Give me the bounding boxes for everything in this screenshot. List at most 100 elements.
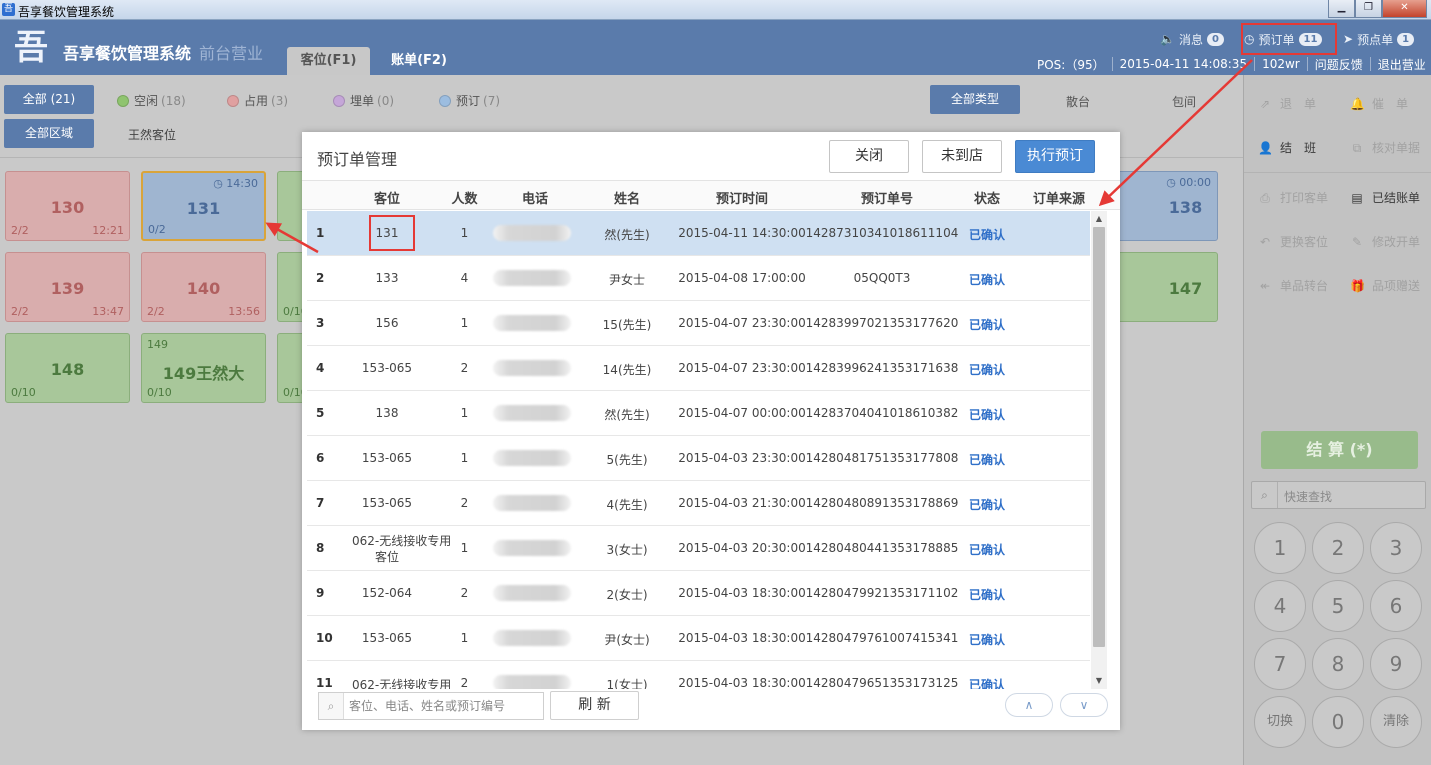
feedback-link[interactable]: 问题反馈 [1315,56,1363,73]
keypad-7[interactable]: 7 [1254,638,1306,690]
col-status: 状态 [973,192,1000,207]
logout-link[interactable]: 退出营业 [1378,56,1426,73]
table-row[interactable]: 11 062-无线接收专用 2 1(女士) 2015-04-03 18:30:00 142… [307,661,1090,689]
col-time: 预订时间 [715,192,768,207]
keypad-2[interactable]: 2 [1312,522,1364,574]
filter-all-button[interactable]: 全部 (21) [4,85,94,114]
keypad-3[interactable]: 3 [1370,522,1422,574]
keypad-6[interactable]: 6 [1370,580,1422,632]
reservation-search-input[interactable] [349,697,539,715]
cell-time: 2015-04-03 18:30:00 [678,676,806,689]
keypad-8[interactable]: 8 [1312,638,1364,690]
cell-no: 14287310341018611104 [805,226,959,240]
table-row[interactable]: 2 133 4 尹女士 2015-04-08 17:00:00 05QQ0T3 已确认 [307,256,1090,301]
filter-status-free[interactable]: 空闲 (18) [117,93,186,109]
preorders-link[interactable]: ➤ 预点单 1 [1343,30,1415,48]
tab-bills[interactable]: 账单(F2) [380,47,458,75]
phone-redacted [493,540,571,556]
gift-item-button[interactable]: 🎁 品项赠送 [1350,277,1420,294]
execute-reservation-button[interactable]: 执行预订 [1015,140,1095,173]
filter-all-area-button[interactable]: 全部区域 [4,119,94,148]
seat-card-139[interactable]: 139 2/2 13:47 [5,252,130,322]
scroll-down-arrow-icon[interactable]: ▼ [1091,673,1107,689]
cell-time: 2015-04-07 00:00:00 [678,406,806,420]
reply-icon: ↶ [1259,234,1271,249]
quick-search-input[interactable]: ⌕ 快速查找 [1251,481,1426,509]
table-scrollbar[interactable]: ▲ ▼ [1091,211,1107,689]
cell-status: 已确认 [968,228,1005,242]
app-name: 吾享餐饮管理系统 [63,44,192,63]
cell-people: 1 [460,631,469,645]
return-order-button[interactable]: ⇗ 退 单 [1258,95,1316,112]
table-row[interactable]: 8 062-无线接收专用 客位 1 3(女士) 2015-04-03 20:30:00 14… [307,526,1090,571]
keypad-9[interactable]: 9 [1370,638,1422,690]
phone-redacted [493,225,571,241]
keypad-1[interactable]: 1 [1254,522,1306,574]
page-up-button[interactable]: ∧ [1005,693,1053,717]
filter-type-hall[interactable]: 散台 [1066,93,1090,110]
restore-button[interactable]: ❐ [1355,0,1382,18]
row-index: 7 [316,496,325,510]
cell-status: 已确认 [968,363,1005,377]
area-filter-wangran[interactable]: 王然客位 [128,126,176,143]
cell-time: 2015-04-07 23:30:00 [678,361,806,375]
keypad-0[interactable]: 0 [1312,696,1364,748]
row-index: 5 [316,406,325,420]
shift-button[interactable]: 👤 结 班 [1258,139,1316,156]
table-row[interactable]: 1 131 1 然(先生) 2015-04-11 14:30:00 14287310341… [307,211,1090,256]
table-row[interactable]: 10 153-065 1 尹(女士) 2015-04-03 18:30:00 142804… [307,616,1090,661]
reservation-dialog: 预订单管理 关闭 未到店 执行预订 客位 人数 电话 姓名 预订时间 预订单号 … [302,132,1120,730]
table-row[interactable]: 4 153-065 2 14(先生) 2015-04-07 23:30:00 142839… [307,346,1090,391]
speaker-icon: 🔈 [1160,32,1175,46]
verify-docs-button[interactable]: ⧉ 核对单据 [1350,139,1420,156]
seat-card-149[interactable]: 149 149王然大 0/10 [141,333,266,403]
close-button[interactable]: 关闭 [829,140,909,173]
transfer-item-button[interactable]: ↞ 单品转台 [1258,277,1328,294]
seat-card-131[interactable]: ◷ 14:30 131 0/2 [141,171,266,241]
scroll-up-arrow-icon[interactable]: ▲ [1091,211,1107,227]
settled-bills-button[interactable]: ▤ 已结账单 [1350,189,1420,206]
seat-card-148[interactable]: 148 0/10 [5,333,130,403]
filter-type-room[interactable]: 包间 [1172,93,1196,110]
table-row[interactable]: 3 156 1 15(先生) 2015-04-07 23:30:00 1428399702… [307,301,1090,346]
table-row[interactable]: 7 153-065 2 4(先生) 2015-04-03 21:30:00 1428048… [307,481,1090,526]
reservation-search[interactable]: ⌕ [318,692,544,720]
cell-people: 1 [460,541,469,555]
cell-seat: 062-无线接收专用 客位 [352,534,452,564]
seat-card-140[interactable]: 140 2/2 13:56 [141,252,266,322]
cell-status: 已确认 [968,453,1005,467]
col-people: 人数 [451,192,478,207]
keypad-clear[interactable]: 清除 [1370,696,1422,748]
cell-people: 2 [460,586,469,600]
cell-seat: 156 [375,316,399,330]
modify-order-button[interactable]: ✎ 修改开单 [1350,233,1420,250]
table-row[interactable]: 9 152-064 2 2(女士) 2015-04-03 18:30:00 1428047… [307,571,1090,616]
table-row[interactable]: 6 153-065 1 5(先生) 2015-04-03 23:30:00 1428048… [307,436,1090,481]
keypad-4[interactable]: 4 [1254,580,1306,632]
filter-status-billing[interactable]: 埋单 (0) [333,93,394,109]
change-seat-button[interactable]: ↶ 更换客位 [1258,233,1328,250]
seat-card-130[interactable]: 130 2/2 12:21 [5,171,130,241]
remind-order-button[interactable]: 🔔 催 单 [1350,95,1408,112]
minimize-button[interactable]: ▁ [1328,0,1355,18]
table-row[interactable]: 5 138 1 然(先生) 2015-04-07 00:00:00 14283704041… [307,391,1090,436]
cell-name: 15(先生) [602,318,652,332]
keypad-switch[interactable]: 切换 [1254,696,1306,748]
close-window-button[interactable]: ✕ [1382,0,1427,18]
print-bill-button[interactable]: ⎙ 打印客单 [1258,189,1328,206]
filter-status-occupied[interactable]: 占用 (3) [227,93,288,109]
window-titlebar: 吾 吾享餐饮管理系统 ▁ ❐ ✕ [0,0,1431,20]
checkout-button[interactable]: 结 算 (*) [1261,431,1418,469]
filter-status-reserved[interactable]: 预订 (7) [439,93,500,109]
messages-link[interactable]: 🔈 消息 0 [1160,30,1224,48]
cell-status: 已确认 [968,678,1005,689]
phone-redacted [493,675,571,689]
page-down-button[interactable]: ∨ [1060,693,1108,717]
refresh-button[interactable]: 刷 新 [550,691,639,720]
filter-all-types-button[interactable]: 全部类型 [930,85,1020,114]
cell-no: 14283996241353171638 [805,361,959,375]
no-show-button[interactable]: 未到店 [922,140,1002,173]
tab-seats[interactable]: 客位(F1) [287,47,370,75]
scroll-thumb[interactable] [1093,227,1105,647]
keypad-5[interactable]: 5 [1312,580,1364,632]
